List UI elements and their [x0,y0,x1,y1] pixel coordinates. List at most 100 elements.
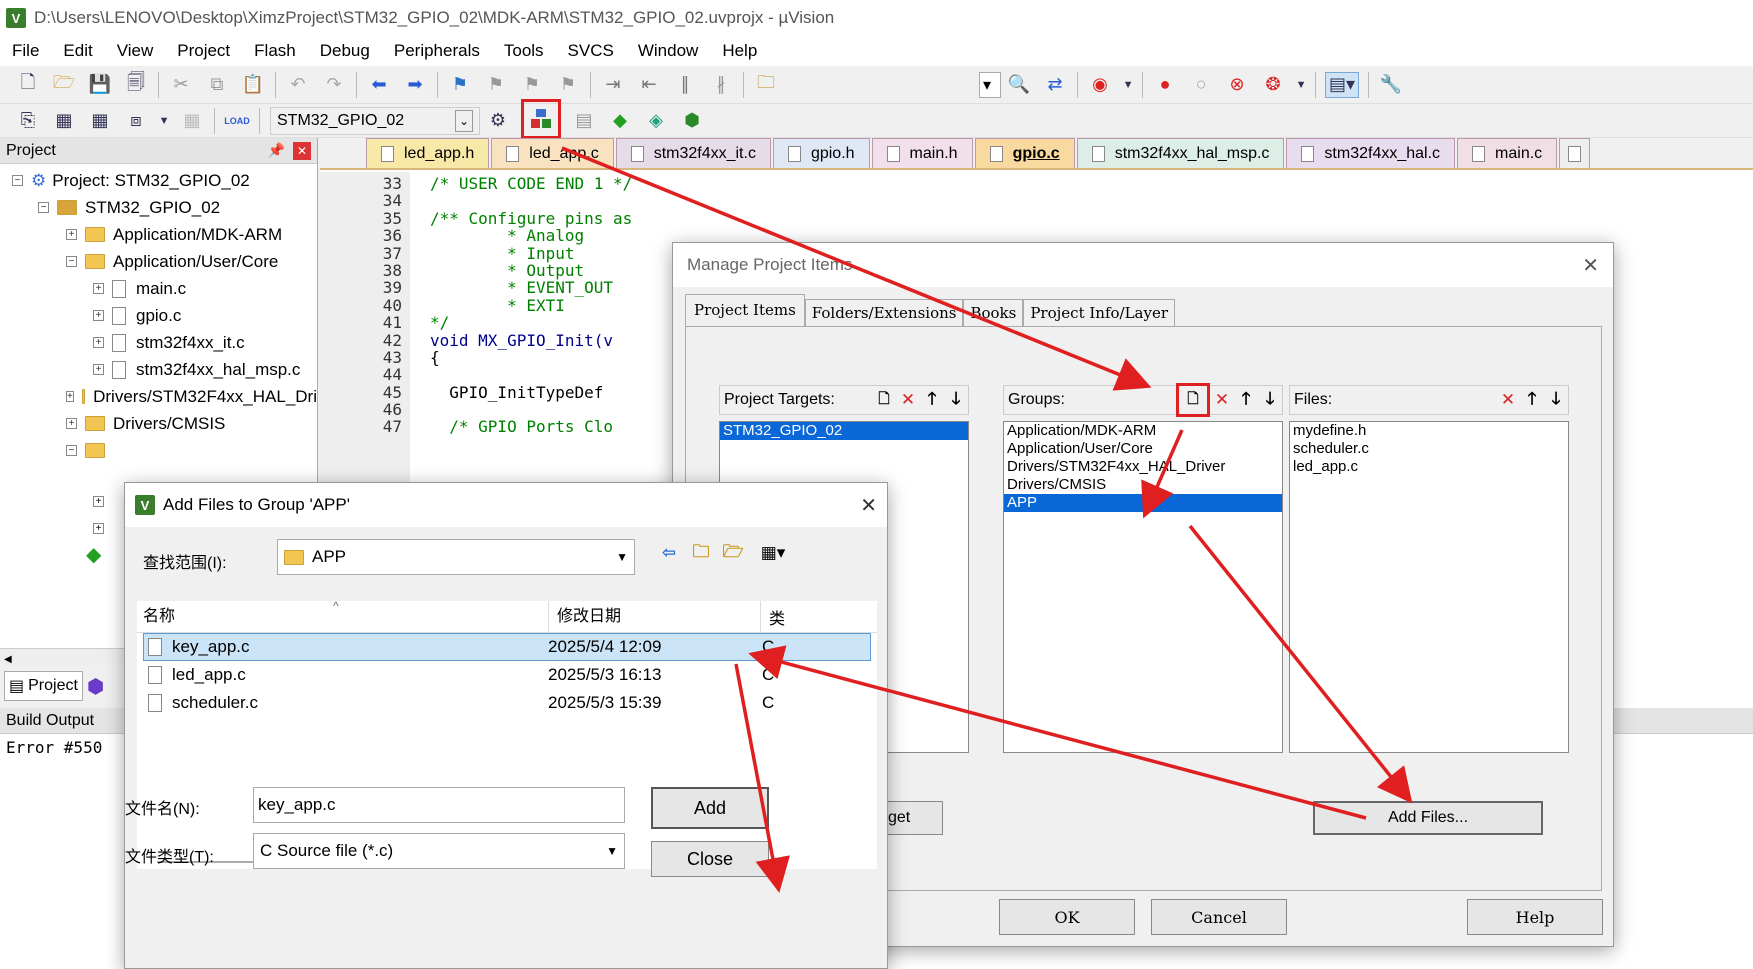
bookmark-clear-icon[interactable]: ⚑ [555,72,581,98]
bookmark-icon[interactable]: ⚑ [447,72,473,98]
configure-icon[interactable]: 🔧 [1378,72,1404,98]
file-row[interactable]: key_app.c 2025/5/4 12:09 C [143,633,871,661]
find-icon[interactable]: 🔍 [1006,72,1032,98]
indent-icon[interactable]: ⇥ [600,72,626,98]
tab-led-app-h[interactable]: led_app.h [366,138,490,168]
tab-more[interactable] [1559,138,1591,168]
move-up-icon[interactable]: 🡑 [920,388,944,412]
window-layout-icon[interactable]: ▤▾ [1325,71,1359,98]
move-down-icon[interactable]: 🡓 [944,388,968,412]
menu-svcs[interactable]: SVCS [556,41,626,61]
move-down-icon[interactable]: 🡓 [1258,388,1282,412]
tree-group[interactable]: + Drivers/STM32F4xx_HAL_Dri [0,383,317,410]
lookin-select[interactable]: APP ▼ [277,539,635,575]
breakpoint-kill-all-icon[interactable]: ❂ [1260,72,1286,98]
target-options-icon[interactable]: ⚙ [485,108,511,134]
manage-project-items-icon[interactable] [521,98,561,139]
tree-root[interactable]: − ⚙ Project: STM32_GPIO_02 [0,167,317,194]
ok-button[interactable]: OK [999,899,1135,935]
translate-icon[interactable]: ⎘ [15,108,41,134]
move-up-icon[interactable]: 🡑 [1234,388,1258,412]
delete-group-icon[interactable]: ✕ [1210,388,1234,412]
tree-file[interactable]: + gpio.c [0,302,317,329]
menu-view[interactable]: View [105,41,166,61]
pack-installer-icon[interactable]: ◈ [643,108,669,134]
tree-file[interactable]: + main.c [0,275,317,302]
breakpoint-icon[interactable]: ● [1152,72,1178,98]
new-folder-icon[interactable]: 🗁 [721,541,745,565]
menu-project[interactable]: Project [165,41,242,61]
close-icon[interactable]: ✕ [293,141,311,160]
tab-main-h[interactable]: main.h [871,138,973,168]
add-button[interactable]: Add [651,787,769,829]
copy-icon[interactable]: ⧉ [204,72,230,98]
list-item-file[interactable]: led_app.c [1290,458,1568,476]
file-row[interactable]: scheduler.c 2025/5/3 15:39 C [143,689,871,717]
bookmark-prev-icon[interactable]: ⚑ [483,72,509,98]
tree-group[interactable]: + Application/MDK-ARM [0,221,317,248]
list-item-group[interactable]: Drivers/STM32F4xx_HAL_Driver [1004,458,1282,476]
list-item-file[interactable]: scheduler.c [1290,440,1568,458]
menu-help[interactable]: Help [710,41,769,61]
menu-peripherals[interactable]: Peripherals [382,41,492,61]
open-folder-icon[interactable]: 🗁 [51,72,77,98]
column-name[interactable]: 名称 [137,600,549,633]
filetype-select[interactable]: C Source file (*.c) ▼ [253,833,625,869]
add-files-button[interactable]: Add Files... [1313,801,1543,835]
menu-tools[interactable]: Tools [492,41,556,61]
tab-stm32f4xx-hal-msp-c[interactable]: stm32f4xx_hal_msp.c [1076,138,1285,168]
rebuild-icon[interactable]: ▦ [87,108,113,134]
software-packs-icon[interactable]: ⬢ [679,108,705,134]
uncomment-icon[interactable]: ∦ [708,72,734,98]
tree-group[interactable]: − [0,437,317,464]
close-icon[interactable]: ✕ [1582,253,1599,278]
list-item-file[interactable]: mydefine.h [1290,422,1568,440]
debug-session-icon[interactable]: ◉ [1087,72,1113,98]
tab-books[interactable]: Books [963,299,1024,326]
dropdown-arrow-icon[interactable]: ▼ [1123,72,1134,98]
files-list[interactable]: mydefine.h scheduler.c led_app.c [1289,421,1569,753]
tab-stm32f4xx-it-c[interactable]: stm32f4xx_it.c [615,138,771,168]
save-all-icon[interactable]: 🗐 [123,72,149,98]
new-file-icon[interactable]: 🗋 [15,72,41,98]
cancel-button[interactable]: Cancel [1151,899,1287,935]
breakpoint-disable-icon[interactable]: ○ [1188,72,1214,98]
download-icon[interactable]: LOAD [224,108,250,134]
delete-target-icon[interactable]: ✕ [896,388,920,412]
incremental-find-icon[interactable]: ⇄ [1042,72,1068,98]
manage-rte-icon[interactable]: ◆ [607,108,633,134]
tree-target[interactable]: − STM32_GPIO_02 [0,194,317,221]
groups-list[interactable]: Application/MDK-ARM Application/User/Cor… [1003,421,1283,753]
comment-icon[interactable]: ∥ [672,72,698,98]
dropdown-arrow-icon[interactable]: ▼ [159,108,170,134]
new-target-icon[interactable]: 🗋 [872,388,896,412]
find-in-files-icon[interactable]: 🗀 [753,72,779,98]
find-combo[interactable]: ▾ [979,71,1001,98]
menu-file[interactable]: File [0,41,51,61]
tab-gpio-h[interactable]: gpio.h [772,138,870,168]
column-date[interactable]: 修改日期 [549,600,761,633]
stop-build-icon[interactable]: ▦ [179,108,205,134]
select-packs-icon[interactable]: ▤ [571,108,597,134]
new-group-icon[interactable]: 🗋 [1176,383,1210,417]
list-item-group-selected[interactable]: APP [1004,494,1282,512]
back-icon[interactable]: ⇦ [657,541,681,565]
tree-expander[interactable]: + [93,496,104,507]
batch-build-icon[interactable]: ⧈ [123,108,149,134]
menu-debug[interactable]: Debug [308,41,382,61]
tab-stm32f4xx-hal-c[interactable]: stm32f4xx_hal.c [1286,138,1456,168]
pin-icon[interactable]: 📌 [268,142,285,159]
view-menu-icon[interactable]: ▦▾ [753,541,793,565]
tree-expander[interactable]: + [93,523,104,534]
up-folder-icon[interactable]: 🗀 [689,541,713,565]
tab-led-app-c[interactable]: led_app.c [491,138,614,168]
target-select[interactable]: STM32_GPIO_02 ⌄ [270,106,480,135]
paste-icon[interactable]: 📋 [240,72,266,98]
tab-project-info-layer[interactable]: Project Info/Layer [1023,299,1176,326]
tree-group[interactable]: − Application/User/Core [0,248,317,275]
list-item-group[interactable]: Application/MDK-ARM [1004,422,1282,440]
breakpoint-kill-icon[interactable]: ⊗ [1224,72,1250,98]
nav-forward-icon[interactable]: ➡ [402,72,428,98]
list-item-group[interactable]: Drivers/CMSIS [1004,476,1282,494]
tab-project-items[interactable]: Project Items [685,294,805,327]
